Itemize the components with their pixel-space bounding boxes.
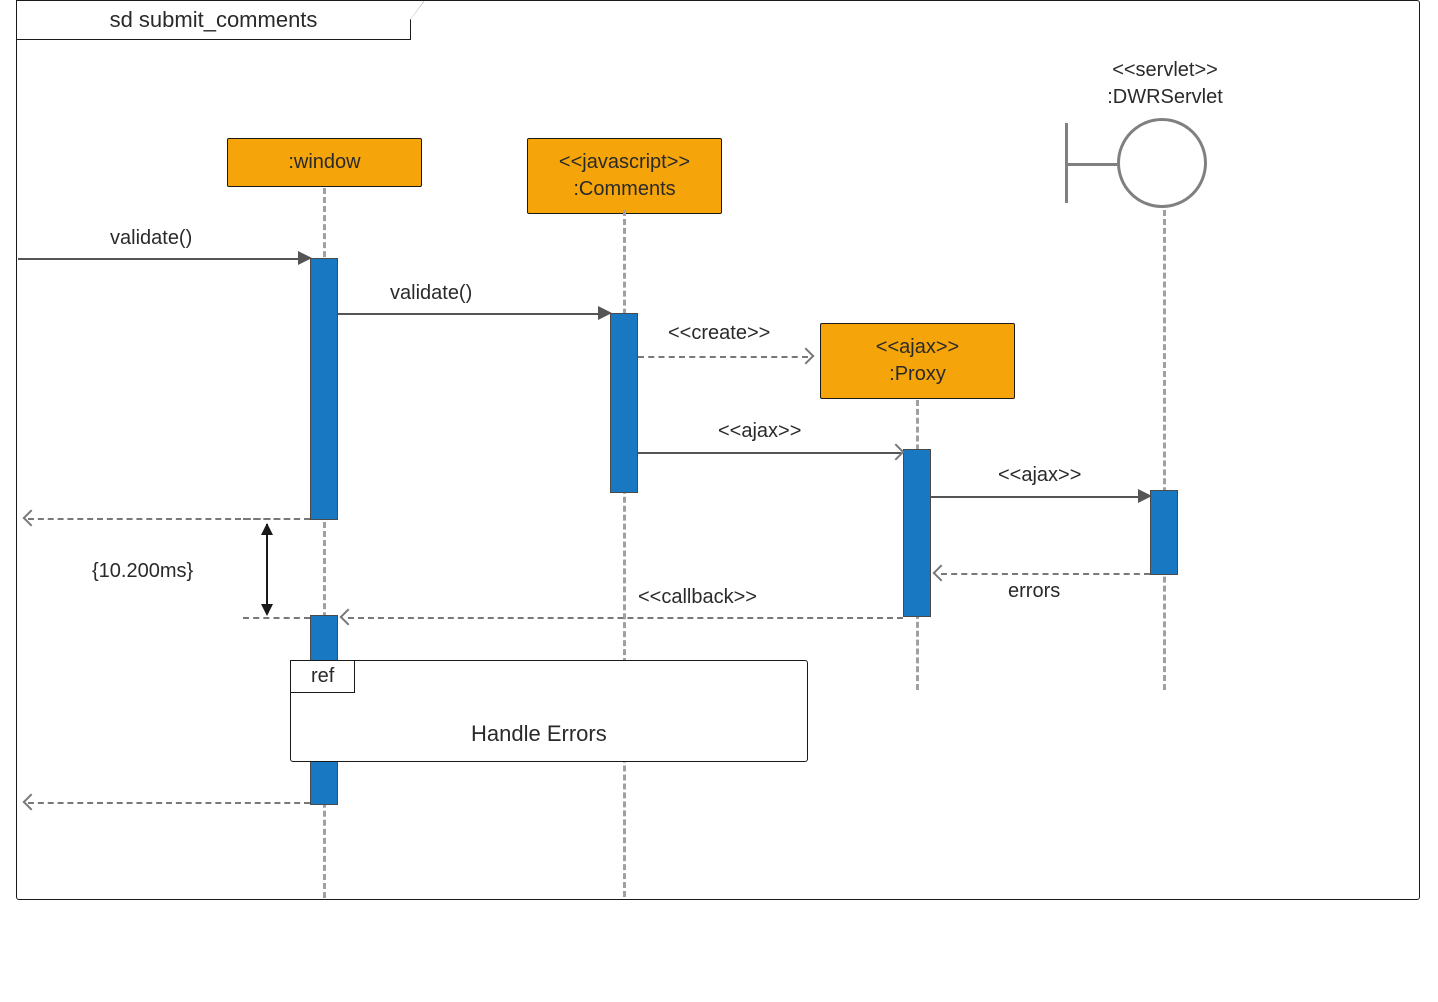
lifeline-proxy-stereotype: <<ajax>> [876, 336, 959, 358]
duration-arrow-down [261, 604, 273, 616]
message-validate-found-line [18, 258, 308, 260]
lifeline-comments-name: :Comments [573, 178, 675, 200]
lifeline-comments-stereotype: <<javascript>> [559, 151, 690, 173]
message-errors-return: errors [1008, 580, 1060, 603]
message-validate-to-comments: validate() [390, 282, 472, 305]
duration-bottom-boundary [243, 617, 310, 619]
return-final-line [28, 802, 310, 804]
message-errors-return-line [941, 573, 1150, 575]
message-validate-found-arrow [298, 251, 312, 265]
lifeline-window-label: :window [288, 151, 360, 173]
boundary-name: :DWRServlet [1050, 86, 1280, 109]
message-create-proxy-line [638, 356, 808, 358]
message-validate-to-comments-arrow [598, 306, 612, 320]
message-callback-return-line [348, 617, 903, 619]
message-ajax-to-servlet-line [931, 496, 1148, 498]
activation-comments [610, 313, 638, 493]
ref-tag-label: ref [311, 665, 334, 687]
message-validate-to-comments-line [338, 313, 608, 315]
duration-top-boundary [243, 518, 310, 520]
duration-label: {10.200ms} [92, 560, 193, 583]
activation-servlet [1150, 490, 1178, 575]
message-ajax-to-proxy: <<ajax>> [718, 420, 801, 443]
lifeline-comments-head: <<javascript>> :Comments [527, 138, 722, 214]
lifeline-window-head: :window [227, 138, 422, 187]
lifeline-servlet [1163, 210, 1166, 690]
message-ajax-to-proxy-line [638, 452, 901, 454]
message-validate-found: validate() [110, 227, 192, 250]
message-callback-return: <<callback>> [638, 586, 757, 609]
activation-window-main [310, 258, 338, 520]
activation-proxy [903, 449, 931, 617]
frame-title: sd submit_comments [16, 0, 411, 40]
ref-frame: ref Handle Errors [290, 660, 808, 762]
duration-line [266, 524, 268, 612]
boundary-icon [1065, 118, 1245, 213]
ref-tag: ref [290, 660, 355, 693]
ref-text: Handle Errors [471, 721, 607, 747]
message-create-proxy: <<create>> [668, 322, 770, 345]
lifeline-proxy-name: :Proxy [889, 363, 946, 385]
message-ajax-to-servlet-arrow [1138, 489, 1152, 503]
boundary-stereotype: <<servlet>> [1050, 59, 1280, 82]
lifeline-proxy-head: <<ajax>> :Proxy [820, 323, 1015, 399]
message-ajax-to-servlet: <<ajax>> [998, 464, 1081, 487]
